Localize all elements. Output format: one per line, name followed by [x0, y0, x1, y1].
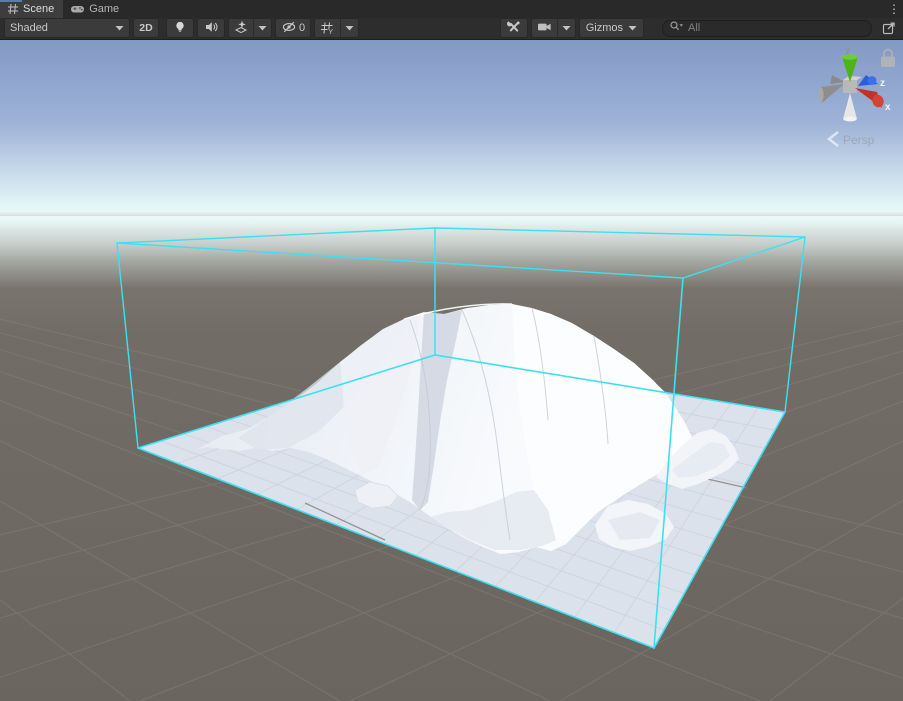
- audio-toggle-button[interactable]: [197, 18, 225, 38]
- view-tab-bar: Scene Game ⋮: [0, 0, 903, 18]
- 2d-toggle-button[interactable]: 2D: [133, 18, 159, 38]
- gizmos-label: Gizmos: [586, 22, 623, 34]
- kebab-menu-icon[interactable]: ⋮: [885, 0, 903, 18]
- chevron-down-icon: [258, 25, 267, 31]
- grid-dropdown-button[interactable]: [340, 19, 358, 37]
- camera-button[interactable]: [532, 19, 557, 37]
- effects-toggle-button[interactable]: [229, 19, 253, 37]
- effects-dropdown-button[interactable]: [253, 19, 271, 37]
- svg-text:Y: Y: [329, 29, 334, 36]
- popout-window-icon[interactable]: [878, 19, 900, 37]
- tab-scene-label: Scene: [23, 3, 54, 15]
- tab-game[interactable]: Game: [63, 0, 128, 18]
- effects-visibility-group: [228, 18, 272, 38]
- horizon-fog: [0, 216, 903, 288]
- axis-z-label: z: [880, 78, 885, 89]
- focus-highlight: [0, 0, 22, 2]
- chevron-down-icon: [562, 25, 571, 31]
- grid-settings-group: Y: [314, 18, 359, 38]
- camera-icon: [536, 19, 553, 38]
- gamepad-icon: [70, 3, 85, 15]
- search-input[interactable]: [688, 22, 865, 34]
- sky: [0, 40, 903, 222]
- eye-slash-icon: [281, 19, 298, 38]
- scene-grid-icon: [7, 3, 19, 15]
- tabbar-spacer: [128, 0, 885, 18]
- grid-axis-icon: Y: [319, 20, 336, 36]
- scene-search-field[interactable]: [662, 20, 872, 37]
- chevron-down-icon: [345, 25, 354, 31]
- tab-game-label: Game: [89, 3, 119, 15]
- projection-label: Persp: [843, 133, 875, 147]
- scene-toolbar: Shaded 2D: [0, 18, 903, 40]
- hidden-objects-count: 0: [299, 22, 305, 34]
- effects-icon: [233, 19, 249, 38]
- speaker-icon: [203, 19, 219, 38]
- tab-scene[interactable]: Scene: [0, 0, 63, 18]
- gizmos-dropdown[interactable]: Gizmos: [579, 18, 644, 38]
- draw-mode-label: Shaded: [10, 22, 48, 34]
- axis-x-label: x: [885, 102, 891, 113]
- tools-wrench-icon: [506, 19, 522, 38]
- component-tools-button[interactable]: [500, 18, 528, 38]
- axis-y-label: y: [845, 45, 851, 56]
- camera-dropdown-button[interactable]: [557, 19, 575, 37]
- chevron-down-icon: [115, 25, 124, 31]
- scene-viewport[interactable]: y z x Persp: [0, 40, 903, 701]
- hidden-objects-button[interactable]: 0: [275, 18, 311, 38]
- unity-scene-window: Scene Game ⋮ Shaded 2D: [0, 0, 903, 701]
- scene-lighting-button[interactable]: [166, 18, 194, 38]
- 2d-label: 2D: [139, 22, 152, 34]
- draw-mode-dropdown[interactable]: Shaded: [4, 18, 130, 38]
- camera-settings-group: [531, 18, 576, 38]
- lightbulb-icon: [172, 19, 188, 38]
- grid-visibility-button[interactable]: Y: [315, 19, 340, 37]
- chevron-down-icon: [628, 25, 637, 31]
- search-icon: [669, 19, 684, 37]
